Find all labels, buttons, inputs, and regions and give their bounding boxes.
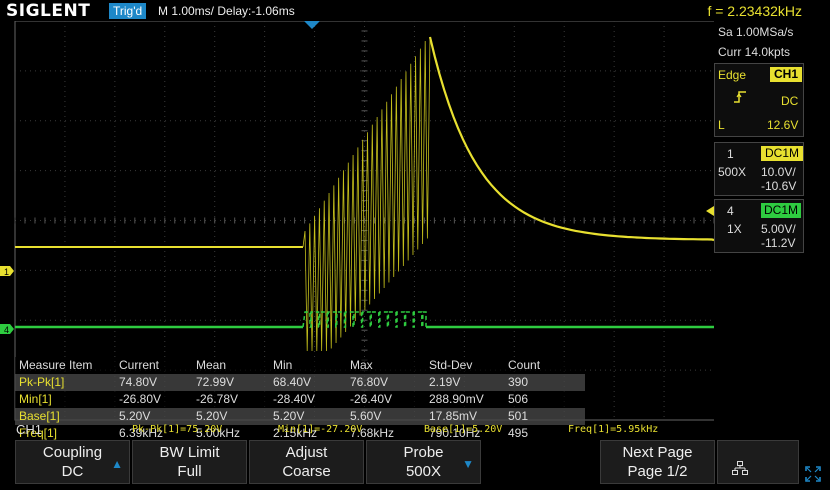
ch4-info-box[interactable]: 4 DC1M 1X 5.00V/ -11.2V xyxy=(714,199,804,253)
trigger-source-badge: CH1 xyxy=(770,67,803,82)
adjust-value: Coarse xyxy=(282,463,331,480)
next-page-value: Page 1/2 xyxy=(627,463,688,480)
probe-button[interactable]: Probe 500X ▼ xyxy=(366,440,481,484)
trigger-coupling: DC xyxy=(781,94,799,108)
measure-cell: 288.90mV xyxy=(429,392,484,406)
measure-cell: -26.78V xyxy=(196,392,239,406)
trigger-level-label: L xyxy=(718,118,725,132)
memory-box: Curr 14.0kpts xyxy=(714,42,802,62)
status-base: Base[1]=5.20V xyxy=(424,424,503,435)
measure-cell: 2.19V xyxy=(429,375,461,389)
ch1-info-box[interactable]: 1 DC1M 500X 10.0V/ -10.6V xyxy=(714,142,804,196)
measure-cell: -28.40V xyxy=(273,392,316,406)
bw-limit-button[interactable]: BW Limit Full xyxy=(132,440,247,484)
right-info-panel: Sa 1.00MSa/s Curr 14.0kpts Edge CH1 DC L… xyxy=(714,21,804,426)
svg-text:4: 4 xyxy=(4,325,9,335)
triangle-down-icon: ▼ xyxy=(462,457,474,471)
measure-header-cell: Min xyxy=(273,358,293,372)
trigger-type: Edge xyxy=(718,68,747,82)
next-page-title: Next Page xyxy=(622,444,693,461)
measure-cell: 506 xyxy=(508,392,529,406)
acquisition-box: Sa 1.00MSa/s xyxy=(714,21,802,43)
ch1-number: 1 xyxy=(727,147,734,161)
siglent-logo: SIGLENT xyxy=(6,1,91,21)
measure-header-cell: Std-Dev xyxy=(429,358,473,372)
ch4-probe: 1X xyxy=(727,222,742,236)
status-pkpk: Pk-Pk[1]=75.20V xyxy=(132,424,223,435)
network-button[interactable] xyxy=(717,440,799,484)
measure-status-bar: CH1 Pk-Pk[1]=75.20V Min[1]=-27.20V Base[… xyxy=(0,422,830,439)
bw-limit-value: Full xyxy=(177,463,202,480)
measure-cell: 68.40V xyxy=(273,375,312,389)
measure-cell: 390 xyxy=(508,375,529,389)
bw-limit-title: BW Limit xyxy=(159,444,220,461)
trigger-info-box[interactable]: Edge CH1 DC L 12.6V xyxy=(714,63,804,137)
adjust-title: Adjust xyxy=(285,444,328,461)
status-freq: Freq[1]=5.95kHz xyxy=(568,424,659,435)
status-min: Min[1]=-27.20V xyxy=(278,424,363,435)
ch1-coupling-badge: DC1M xyxy=(761,146,804,161)
probe-value: 500X xyxy=(405,463,442,480)
ch4-offset: -11.2V xyxy=(761,236,796,250)
network-icon xyxy=(732,461,748,475)
ch4-coupling-badge: DC1M xyxy=(761,203,802,218)
trigger-status-badge: Trig'd xyxy=(109,3,147,19)
ch1-offset: -10.6V xyxy=(761,179,797,193)
measure-header-cell: Count xyxy=(508,358,541,372)
measure-header-cell: Measure Item xyxy=(19,358,93,372)
timebase-readout[interactable]: M 1.00ms/ Delay:-1.06ms xyxy=(158,3,295,19)
adjust-button[interactable]: Adjust Coarse xyxy=(249,440,364,484)
top-bar: SIGLENT Trig'd M 1.00ms/ Delay:-1.06ms f… xyxy=(0,0,830,21)
expand-icon[interactable] xyxy=(805,466,821,482)
sample-rate: Sa 1.00MSa/s xyxy=(718,25,794,39)
rising-edge-icon xyxy=(733,91,747,107)
next-page-button[interactable]: Next Page Page 1/2 xyxy=(600,440,715,484)
measure-cell: 74.80V xyxy=(119,375,158,389)
measure-row-pkpk: Pk-Pk[1] 74.80V 72.99V 68.40V 76.80V 2.1… xyxy=(15,374,585,391)
measure-row-min: Min[1] -26.80V -26.78V -28.40V -26.40V 2… xyxy=(15,391,585,408)
waveform-display[interactable]: 1 4 Measure Item Current Mean Min Max St… xyxy=(0,20,716,442)
measure-cell: 76.80V xyxy=(350,375,389,389)
measure-header-row: Measure Item Current Mean Min Max Std-De… xyxy=(15,357,585,374)
measure-cell: 72.99V xyxy=(196,375,235,389)
measure-item-name: Pk-Pk[1] xyxy=(19,375,65,389)
measure-cell: -26.80V xyxy=(119,392,162,406)
frequency-counter: f = 2.23432kHz xyxy=(707,3,802,19)
trigger-level-value: 12.6V xyxy=(767,118,799,132)
measure-cell: -26.40V xyxy=(350,392,393,406)
measure-item-name: Min[1] xyxy=(19,392,52,406)
svg-text:1: 1 xyxy=(4,267,9,277)
memory-depth: Curr 14.0kpts xyxy=(718,45,791,59)
active-channel-label: CH1 xyxy=(16,422,43,437)
ch1-probe: 500X xyxy=(718,165,747,179)
coupling-button[interactable]: Coupling DC ▲ xyxy=(15,440,130,484)
measure-header-cell: Mean xyxy=(196,358,227,372)
measure-header-cell: Max xyxy=(350,358,373,372)
ch4-number: 4 xyxy=(727,204,734,218)
measure-header-cell: Current xyxy=(119,358,160,372)
triangle-up-icon: ▲ xyxy=(111,457,123,471)
coupling-value: DC xyxy=(61,463,84,480)
